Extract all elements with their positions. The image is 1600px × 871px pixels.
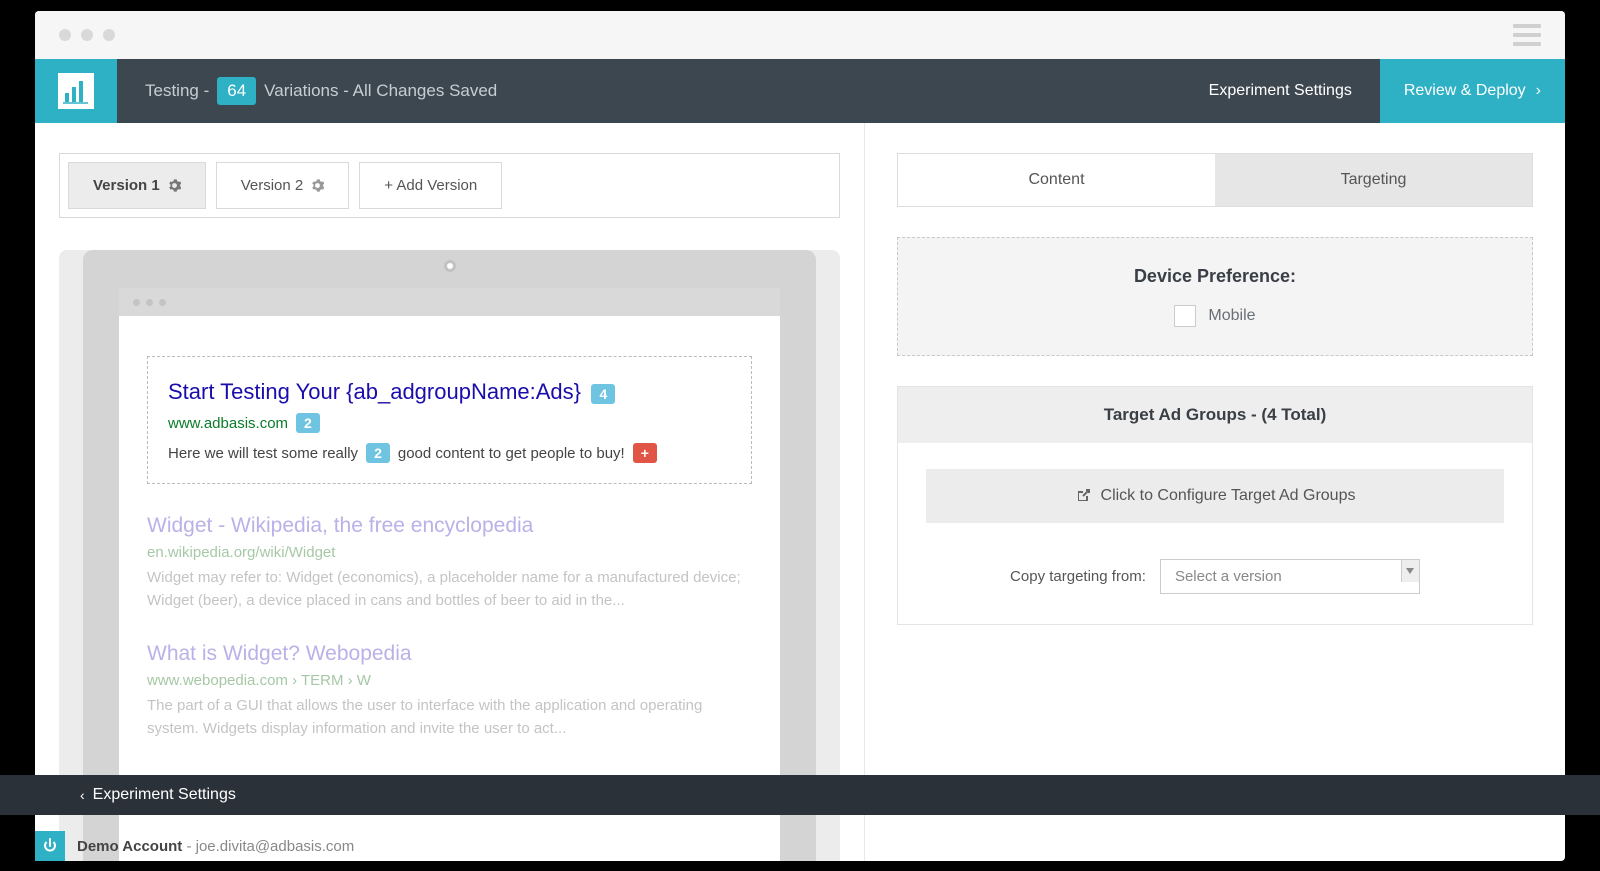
window-chrome [35,11,1565,59]
account-name: Demo Account [77,838,182,855]
version-tab-2[interactable]: Version 2 [216,162,350,209]
description-count-badge[interactable]: 2 [366,443,390,463]
add-description-button[interactable]: + [633,443,657,463]
add-version-button[interactable]: + Add Version [359,162,502,209]
browser-dot [159,299,166,306]
account-email: - joe.divita@adbasis.com [182,838,354,855]
variation-count-badge: 64 [217,77,256,105]
left-pane: Version 1 Version 2 + Add Version [35,123,865,861]
power-icon [42,838,58,854]
variation-suffix: Variations - All Changes Saved [264,81,497,101]
external-link-icon [1075,488,1091,504]
device-preference-box: Device Preference: Mobile [897,237,1533,356]
add-version-label: + Add Version [384,177,477,194]
headline-count-badge[interactable]: 4 [591,384,615,404]
ad-description-part-a[interactable]: Here we will test some really [168,445,358,462]
serp-result: What is Widget? Webopedia www.webopedia.… [147,642,752,740]
result-description: The part of a GUI that allows the user t… [147,695,752,740]
topbar: Testing - 64 Variations - All Changes Sa… [35,59,1565,123]
menu-icon[interactable] [1513,24,1541,46]
bottom-bar[interactable]: ‹ Experiment Settings [0,775,1600,815]
review-deploy-label: Review & Deploy [1404,82,1526,100]
tab-content[interactable]: Content [898,154,1215,206]
review-deploy-button[interactable]: Review & Deploy › [1380,59,1565,123]
ad-description-part-b[interactable]: good content to get people to buy! [398,445,625,462]
browser-bar [119,288,780,316]
version-tab-label: Version 1 [93,177,160,194]
bottom-bar-label: Experiment Settings [93,786,236,804]
topbar-status: Testing - 64 Variations - All Changes Sa… [117,59,1181,123]
bar-chart-icon [58,73,94,109]
preview-area: Start Testing Your {ab_adgroupName:Ads} … [59,250,840,861]
tablet-frame: Start Testing Your {ab_adgroupName:Ads} … [83,250,816,861]
right-pane: Content Targeting Device Preference: Mob… [865,123,1565,861]
result-url: www.webopedia.com › TERM › W [147,672,752,689]
traffic-dot [59,29,71,41]
experiment-settings-label: Experiment Settings [1209,82,1352,100]
version-tab-1[interactable]: Version 1 [68,162,206,209]
configure-target-button[interactable]: Click to Configure Target Ad Groups [926,469,1504,523]
copy-targeting-row: Copy targeting from: Select a version [898,549,1532,624]
mobile-label: Mobile [1208,307,1255,325]
gear-icon [168,179,181,192]
version-tab-label: Version 2 [241,177,304,194]
copy-targeting-label: Copy targeting from: [1010,568,1146,585]
traffic-lights [59,29,115,41]
select-placeholder: Select a version [1175,568,1282,585]
result-title: What is Widget? Webopedia [147,642,752,666]
serp-result: Widget - Wikipedia, the free encyclopedi… [147,514,752,612]
configure-label: Click to Configure Target Ad Groups [1101,487,1356,505]
browser-dot [133,299,140,306]
account-bar: Demo Account - joe.divita@adbasis.com [35,828,1565,864]
mobile-checkbox[interactable] [1174,305,1196,327]
tablet-home-button [444,260,456,272]
experiment-settings-button[interactable]: Experiment Settings [1181,59,1380,123]
browser-dot [146,299,153,306]
power-button[interactable] [35,831,65,861]
panel-tabs: Content Targeting [897,153,1533,207]
traffic-dot [81,29,93,41]
result-title: Widget - Wikipedia, the free encyclopedi… [147,514,752,538]
serp-preview: Start Testing Your {ab_adgroupName:Ads} … [119,316,780,740]
gear-icon [311,179,324,192]
target-ad-groups-card: Target Ad Groups - (4 Total) Click to Co… [897,386,1533,625]
ad-headline[interactable]: Start Testing Your {ab_adgroupName:Ads} [168,379,581,404]
tab-targeting[interactable]: Targeting [1215,154,1532,206]
testing-label: Testing - [145,81,209,101]
primary-ad-card[interactable]: Start Testing Your {ab_adgroupName:Ads} … [147,356,752,484]
ad-display-url[interactable]: www.adbasis.com [168,415,288,432]
traffic-dot [103,29,115,41]
url-count-badge[interactable]: 2 [296,413,320,433]
app-frame: Testing - 64 Variations - All Changes Sa… [35,11,1565,861]
target-heading: Target Ad Groups - (4 Total) [898,387,1532,443]
version-tabs: Version 1 Version 2 + Add Version [59,153,840,218]
result-description: Widget may refer to: Widget (economics),… [147,567,752,612]
chevron-down-icon [1401,560,1419,582]
chevron-right-icon: › [1536,82,1541,100]
chevron-left-icon: ‹ [80,787,85,803]
content-area: Version 1 Version 2 + Add Version [35,123,1565,861]
version-select[interactable]: Select a version [1160,559,1420,594]
logo[interactable] [35,59,117,123]
device-preference-heading: Device Preference: [918,266,1512,287]
result-url: en.wikipedia.org/wiki/Widget [147,544,752,561]
